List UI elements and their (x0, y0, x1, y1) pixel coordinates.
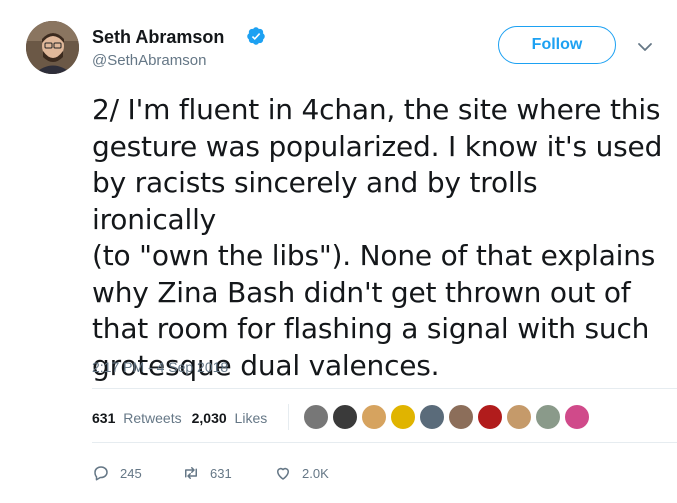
divider (92, 442, 677, 443)
retweet-count: 631 (210, 465, 232, 481)
tweet-text: 2/ I'm fluent in 4chan, the site where t… (92, 93, 663, 382)
liker-avatar[interactable] (505, 403, 533, 431)
liker-avatar[interactable] (418, 403, 446, 431)
tweet-stats: 631 Retweets 2,030 Likes (92, 410, 267, 426)
heart-icon (277, 467, 289, 480)
tweet-timestamp[interactable]: 2:17 PM - 4 Sep 2018 (92, 359, 228, 375)
stats-separator (288, 404, 289, 430)
retweets-label: Retweets (123, 410, 182, 426)
author-name[interactable]: Seth Abramson (92, 27, 224, 48)
avatar[interactable] (26, 21, 79, 74)
retweets-count: 631 (92, 410, 116, 426)
author-handle[interactable]: @SethAbramson (92, 52, 206, 69)
divider (92, 388, 677, 389)
liker-avatar[interactable] (534, 403, 562, 431)
retweets-stat[interactable]: 631 Retweets (92, 410, 182, 426)
like-count: 2.0K (302, 465, 329, 481)
likes-stat[interactable]: 2,030 Likes (192, 410, 268, 426)
like-button[interactable]: 2.0K (274, 464, 329, 482)
reply-icon (94, 466, 108, 481)
retweet-icon (185, 467, 197, 479)
liker-avatar[interactable] (360, 403, 388, 431)
follow-button[interactable]: Follow (498, 26, 616, 64)
verified-badge-icon (246, 26, 266, 46)
likes-count: 2,030 (191, 410, 227, 426)
liker-avatar[interactable] (447, 403, 475, 431)
liker-avatar[interactable] (389, 403, 417, 431)
liker-avatar[interactable] (476, 403, 504, 431)
liker-avatar[interactable] (563, 403, 591, 431)
reply-button[interactable]: 245 (92, 464, 142, 482)
likes-label: Likes (234, 410, 268, 426)
reply-count: 245 (120, 465, 142, 481)
liker-avatar[interactable] (331, 403, 359, 431)
liker-avatar[interactable] (302, 403, 330, 431)
retweet-button[interactable]: 631 (182, 464, 232, 482)
chevron-down-icon[interactable] (637, 40, 653, 52)
